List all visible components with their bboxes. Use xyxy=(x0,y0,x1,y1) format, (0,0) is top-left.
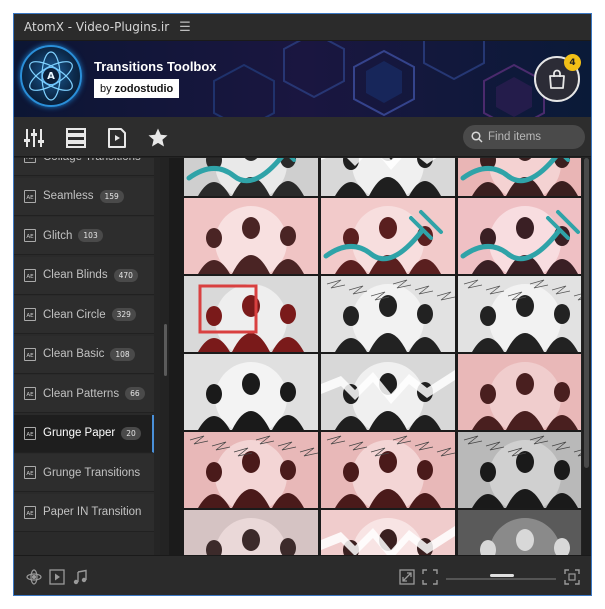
corners-icon[interactable] xyxy=(422,569,438,585)
cart-count-badge: 4 xyxy=(564,54,581,71)
preview-thumbnail[interactable] xyxy=(458,276,581,352)
author-label[interactable]: by zodostudio xyxy=(94,79,180,98)
preview-thumbnail[interactable] xyxy=(321,510,455,555)
logo-letter: A xyxy=(42,67,60,85)
preview-thumbnail[interactable] xyxy=(458,158,581,196)
sidebar-item-label: Clean Blinds xyxy=(43,269,108,281)
preview-thumbnail[interactable] xyxy=(321,432,455,508)
expand-icon[interactable] xyxy=(399,569,415,585)
preview-grid xyxy=(169,158,581,555)
shopping-bag-icon xyxy=(549,69,565,89)
sidebar-item[interactable]: AE Clean Circle 329 xyxy=(14,296,154,334)
sidebar-scrollbar-track[interactable] xyxy=(154,158,160,555)
preview-thumbnail[interactable] xyxy=(321,276,455,352)
zoom-slider-track[interactable] xyxy=(446,578,556,580)
sidebar-item-label: Clean Basic xyxy=(43,348,105,360)
item-count-badge: 103 xyxy=(78,229,103,242)
preview-thumbnail[interactable] xyxy=(458,510,581,555)
ae-file-icon: AE xyxy=(24,229,36,242)
star-icon[interactable] xyxy=(146,126,170,150)
ae-file-icon: AE xyxy=(24,158,36,163)
toolbar xyxy=(14,117,591,157)
ae-file-icon: AE xyxy=(24,347,36,361)
sidebar-item[interactable]: AE Grunge Transitions xyxy=(14,454,154,492)
ae-file-icon: AE xyxy=(24,308,36,321)
product-banner: A Transitions Toolbox by zodostudio 4 xyxy=(14,41,591,117)
music-note-icon[interactable] xyxy=(72,569,88,585)
sidebar-scrollbar-thumb[interactable] xyxy=(164,324,167,376)
ae-file-icon: AE xyxy=(24,387,36,400)
sidebar-item-label: Grunge Transitions xyxy=(43,466,141,479)
video-file-icon[interactable] xyxy=(105,126,129,150)
fullscreen-icon[interactable] xyxy=(564,569,580,585)
sidebar-item-label: Glitch xyxy=(43,229,73,242)
sidebar-item[interactable]: AE Glitch 103 xyxy=(14,217,154,255)
sidebar-item[interactable]: AE Collage Transitions xyxy=(14,158,154,176)
ae-file-icon: AE xyxy=(24,189,36,203)
category-sidebar: AE Collage Transitions AE Seamless 159 AE Glit… xyxy=(14,158,160,555)
preview-thumbnail[interactable] xyxy=(321,354,455,430)
list-icon[interactable] xyxy=(64,126,88,150)
preview-thumbnail[interactable] xyxy=(184,354,318,430)
preview-thumbnail[interactable] xyxy=(321,158,455,196)
ae-file-icon: AE xyxy=(24,426,36,440)
sidebar-item[interactable]: AE Clean Blinds 470 xyxy=(14,256,154,295)
item-count-badge: 66 xyxy=(125,387,145,400)
play-box-icon[interactable] xyxy=(49,569,65,585)
sidebar-item-label: Collage Transitions xyxy=(43,158,141,163)
sidebar-item-label: Grunge Paper xyxy=(43,427,116,439)
item-count-badge: 159 xyxy=(99,189,124,203)
title-bar: AtomX - Video-Plugins.ir ☰ xyxy=(14,14,591,41)
ae-file-icon: AE xyxy=(24,268,36,282)
sidebar-item[interactable]: AE Clean Patterns 66 xyxy=(14,375,154,413)
window-title: AtomX - Video-Plugins.ir xyxy=(24,20,170,34)
search-input[interactable] xyxy=(488,131,578,143)
item-count-badge: 20 xyxy=(121,426,141,440)
item-count-badge: 470 xyxy=(113,268,138,282)
ae-file-icon: AE xyxy=(24,466,36,479)
search-box[interactable] xyxy=(463,125,585,149)
sidebar-item[interactable]: AE Grunge Paper 20 xyxy=(14,414,154,453)
item-count-badge: 108 xyxy=(110,347,135,361)
bottom-bar xyxy=(14,555,591,595)
product-title: Transitions Toolbox xyxy=(94,59,217,74)
sliders-icon[interactable] xyxy=(22,126,46,150)
preview-thumbnail[interactable] xyxy=(184,432,318,508)
hamburger-icon[interactable]: ☰ xyxy=(179,20,191,35)
preview-thumbnail[interactable] xyxy=(458,354,581,430)
preview-thumbnail[interactable] xyxy=(184,198,318,274)
zoom-slider-handle[interactable] xyxy=(490,574,514,577)
preview-thumbnail[interactable] xyxy=(184,276,318,352)
ae-file-icon: AE xyxy=(24,505,36,519)
preview-thumbnail[interactable] xyxy=(184,510,318,555)
grid-scrollbar-thumb[interactable] xyxy=(584,158,589,468)
search-icon xyxy=(471,131,483,143)
atom-icon[interactable] xyxy=(26,569,42,585)
preview-thumbnail[interactable] xyxy=(458,432,581,508)
sidebar-item-label: Clean Patterns xyxy=(43,387,120,400)
atomx-logo: A xyxy=(20,45,82,107)
preview-thumbnail[interactable] xyxy=(184,158,318,196)
preview-thumbnail[interactable] xyxy=(321,198,455,274)
preview-thumbnail[interactable] xyxy=(458,198,581,274)
sidebar-item-label: Paper IN Transition xyxy=(43,506,142,518)
sidebar-item[interactable]: AE Paper IN Transition xyxy=(14,493,154,532)
sidebar-item[interactable]: AE Seamless 159 xyxy=(14,177,154,216)
sidebar-item[interactable]: AE Clean Basic 108 xyxy=(14,335,154,374)
sidebar-item-label: Seamless xyxy=(43,190,94,202)
item-count-badge: 329 xyxy=(111,308,136,321)
app-window: AtomX - Video-Plugins.ir ☰ A Transitions… xyxy=(13,13,592,596)
sidebar-item-label: Clean Circle xyxy=(43,308,106,321)
